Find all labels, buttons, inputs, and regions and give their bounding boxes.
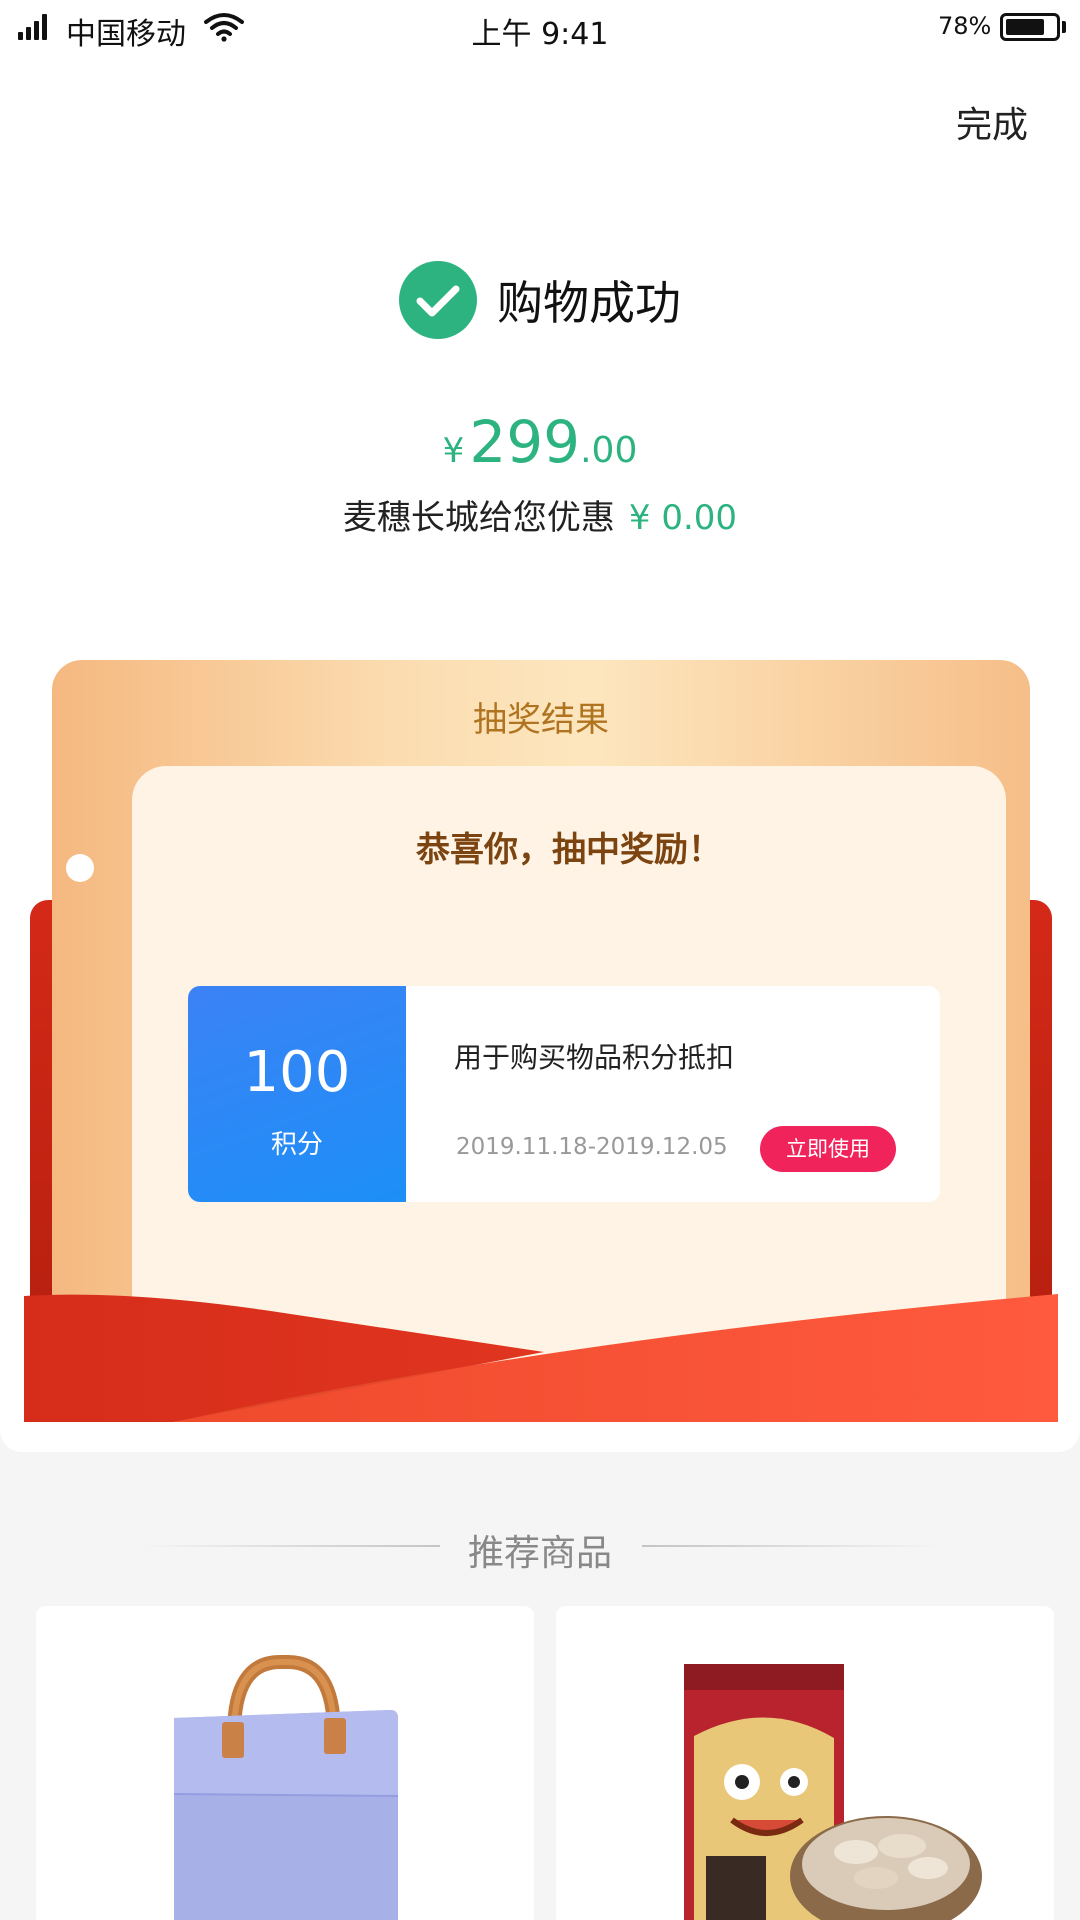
coupon-validity: 2019.11.18-2019.12.05 — [456, 1134, 728, 1160]
amount-decimal: .00 — [580, 430, 638, 471]
product-card-bag[interactable] — [36, 1606, 534, 1920]
battery-cap — [1062, 21, 1066, 33]
coupon-points: 100 — [243, 1040, 351, 1105]
status-time: 上午 9:41 — [471, 17, 609, 52]
discount-line: 麦穗长城给您优惠 ¥ 0.00 — [0, 490, 1080, 539]
amount-integer: 299 — [469, 408, 581, 476]
use-now-button[interactable]: 立即使用 — [760, 1126, 896, 1172]
red-ribbon — [24, 1294, 1058, 1422]
recommended-title: 推荐商品 — [467, 1533, 612, 1574]
purchase-success-page: 中国移动 上午 9:41 78% 完成 购物成功 ¥ 299.00 麦穗长城给您… — [0, 0, 1080, 1920]
dried-food-package-image — [684, 1664, 982, 1920]
coupon-value-block: 100 积分 — [188, 986, 406, 1202]
status-bar: 中国移动 上午 9:41 78% — [0, 0, 1080, 56]
congrats-text: 恭喜你，抽中奖励！ — [416, 830, 722, 870]
product-card-snack[interactable] — [556, 1606, 1054, 1920]
ticket-panel: 抽奖结果 恭喜你，抽中奖励！ 100 积分 用于购买物品积分抵扣 2019.11… — [52, 660, 1072, 1386]
points-coupon: 100 积分 用于购买物品积分抵扣 2019.11.18-2019.12.05 … — [188, 986, 940, 1202]
currency-symbol: ¥ — [442, 431, 465, 471]
divider-right — [642, 1545, 942, 1547]
battery-percent: 78% — [938, 12, 992, 40]
check-circle-icon — [399, 261, 477, 339]
battery-icon — [1000, 13, 1060, 41]
lottery-title: 抽奖结果 — [473, 700, 609, 740]
success-title: 购物成功 — [497, 276, 681, 330]
coupon-description: 用于购买物品积分抵扣 — [454, 1041, 735, 1074]
coupon-unit: 积分 — [270, 1130, 323, 1160]
lottery-result-card: 抽奖结果 恭喜你，抽中奖励！ 100 积分 用于购买物品积分抵扣 2019.11… — [24, 660, 1072, 1422]
done-button[interactable]: 完成 — [956, 96, 1028, 148]
ticket-notch-right — [1044, 854, 1072, 882]
paid-amount: ¥ 299.00 — [0, 408, 1080, 476]
discount-amount: ¥ 0.00 — [628, 498, 738, 538]
recommended-header: 推荐商品 — [0, 1518, 1080, 1574]
ticket-notch-left — [66, 854, 94, 882]
laptop-bag-image — [173, 1655, 399, 1920]
success-header: 购物成功 — [0, 260, 1080, 340]
discount-label: 麦穗长城给您优惠 — [342, 498, 615, 538]
